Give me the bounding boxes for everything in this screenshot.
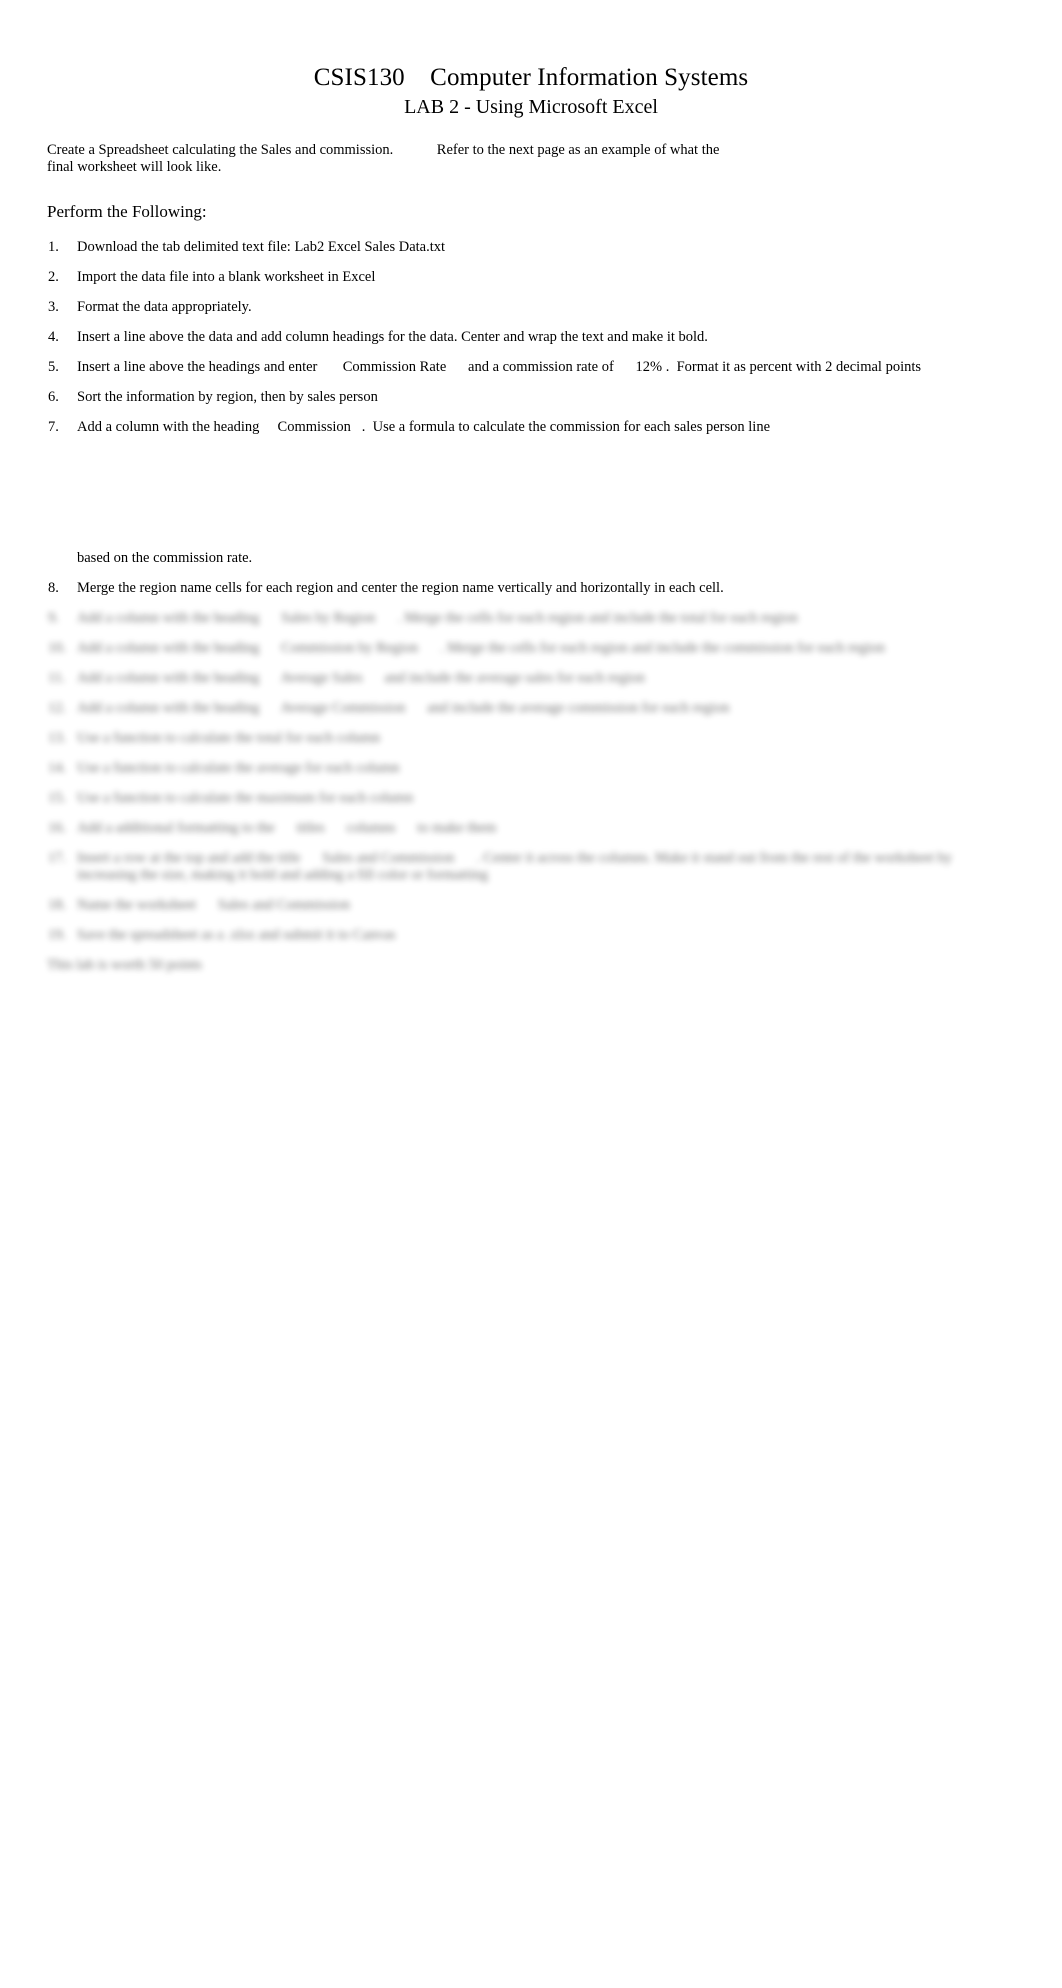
list-item: 8. Merge the region name cells for each … [47, 580, 1015, 597]
list-item: 1. Download the tab delimited text file:… [47, 239, 1015, 256]
list-item-text: Use a function to calculate the average … [77, 760, 400, 776]
list-item-text: Add a column with the heading Average Co… [77, 700, 730, 716]
list-item: 2. Import the data file into a blank wor… [47, 269, 1015, 286]
list-item-number: 15. [48, 790, 67, 806]
list-item: 6. Sort the information by region, then … [47, 389, 1015, 406]
list-item: 17. Insert a row at the top and add the … [47, 850, 1015, 884]
list-item-text: Format the data appropriately. [77, 299, 252, 315]
list-item-text: Add a column with the heading Average Sa… [77, 670, 645, 686]
list-item-number: 17. [48, 850, 67, 866]
list-item-number: 8. [48, 580, 59, 596]
list-item: 7. Add a column with the heading Commiss… [47, 419, 1015, 436]
list-item-number: 11. [48, 670, 66, 686]
list-item-text: Import the data file into a blank worksh… [77, 269, 376, 285]
list-item-continuation: based on the commission rate. [77, 550, 253, 566]
list-item-text: Add a additional formatting to the title… [77, 820, 497, 836]
list-item-text: Name the worksheet Sales and Commission [77, 897, 351, 913]
list-item-text: Insert a row at the top and add the titl… [77, 850, 956, 883]
list-item-text: Use a function to calculate the total fo… [77, 730, 381, 746]
lab-subtitle: LAB 2 - Using Microsoft Excel [404, 96, 658, 118]
list-item: 4. Insert a line above the data and add … [47, 329, 1015, 346]
list-item-number: 4. [48, 329, 59, 345]
list-item: 9. Add a column with the heading Sales b… [47, 610, 1015, 627]
list-item: 11. Add a column with the heading Averag… [47, 670, 1015, 687]
list-item: 18. Name the worksheet Sales and Commiss… [47, 897, 1015, 914]
list-item-number: 1. [48, 239, 59, 255]
list-item-text: Sort the information by region, then by … [77, 389, 378, 405]
list-item-text: Save the spreadsheet as a .xlsx and subm… [77, 927, 396, 943]
list-item: 19. Save the spreadsheet as a .xlsx and … [47, 927, 1015, 944]
list-item: 10. Add a column with the heading Commis… [47, 640, 1015, 657]
document-title-block: CSIS130 Computer Information Systems LAB… [47, 0, 1015, 120]
document-body: CSIS130 Computer Information Systems LAB… [47, 0, 1015, 974]
list-item-number: 12. [48, 700, 67, 716]
section-heading: Perform the Following: [47, 202, 207, 221]
document-page: CSIS130 Computer Information Systems LAB… [0, 0, 1062, 1988]
list-item: 12. Add a column with the heading Averag… [47, 700, 1015, 717]
list-item: 14. Use a function to calculate the aver… [47, 760, 1015, 777]
list-item-number: 14. [48, 760, 67, 776]
list-item-number: 16. [48, 820, 67, 836]
page-break-gap [47, 436, 1015, 550]
course-title: CSIS130 Computer Information Systems [313, 64, 749, 91]
list-item-number: 10. [48, 640, 67, 656]
list-item-text: Merge the region name cells for each reg… [77, 580, 724, 596]
intro-paragraph: Create a Spreadsheet calculating the Sal… [47, 142, 724, 175]
blurred-preview-region: 9. Add a column with the heading Sales b… [47, 610, 1015, 974]
list-item: 13. Use a function to calculate the tota… [47, 730, 1015, 747]
list-item: 5. Insert a line above the headings and … [47, 359, 1015, 376]
list-item-text: Download the tab delimited text file: La… [77, 239, 446, 255]
list-item-text: Add a column with the heading Commission… [77, 640, 885, 656]
steps-list: 1. Download the tab delimited text file:… [47, 239, 1015, 436]
list-item-text: Add a column with the heading Commission… [77, 419, 771, 435]
list-item-text: Use a function to calculate the maximum … [77, 790, 414, 806]
list-item-number: 19. [48, 927, 67, 943]
list-item-text: Insert a line above the headings and ent… [77, 359, 922, 375]
list-item-text: Insert a line above the data and add col… [77, 329, 708, 345]
list-item: 16. Add a additional formatting to the t… [47, 820, 1015, 837]
list-item-number: 2. [48, 269, 59, 285]
list-item-number: 18. [48, 897, 67, 913]
closing-note: This lab is worth 50 points [47, 957, 203, 973]
list-item: 15. Use a function to calculate the maxi… [47, 790, 1015, 807]
list-item-number: 7. [48, 419, 59, 435]
list-item: 3. Format the data appropriately. [47, 299, 1015, 316]
list-item-number: 9. [48, 610, 59, 626]
list-item-number: 13. [48, 730, 67, 746]
list-item-number: 5. [48, 359, 59, 375]
list-item-number: 3. [48, 299, 59, 315]
list-item-text: Add a column with the heading Sales by R… [77, 610, 798, 626]
list-item-number: 6. [48, 389, 59, 405]
